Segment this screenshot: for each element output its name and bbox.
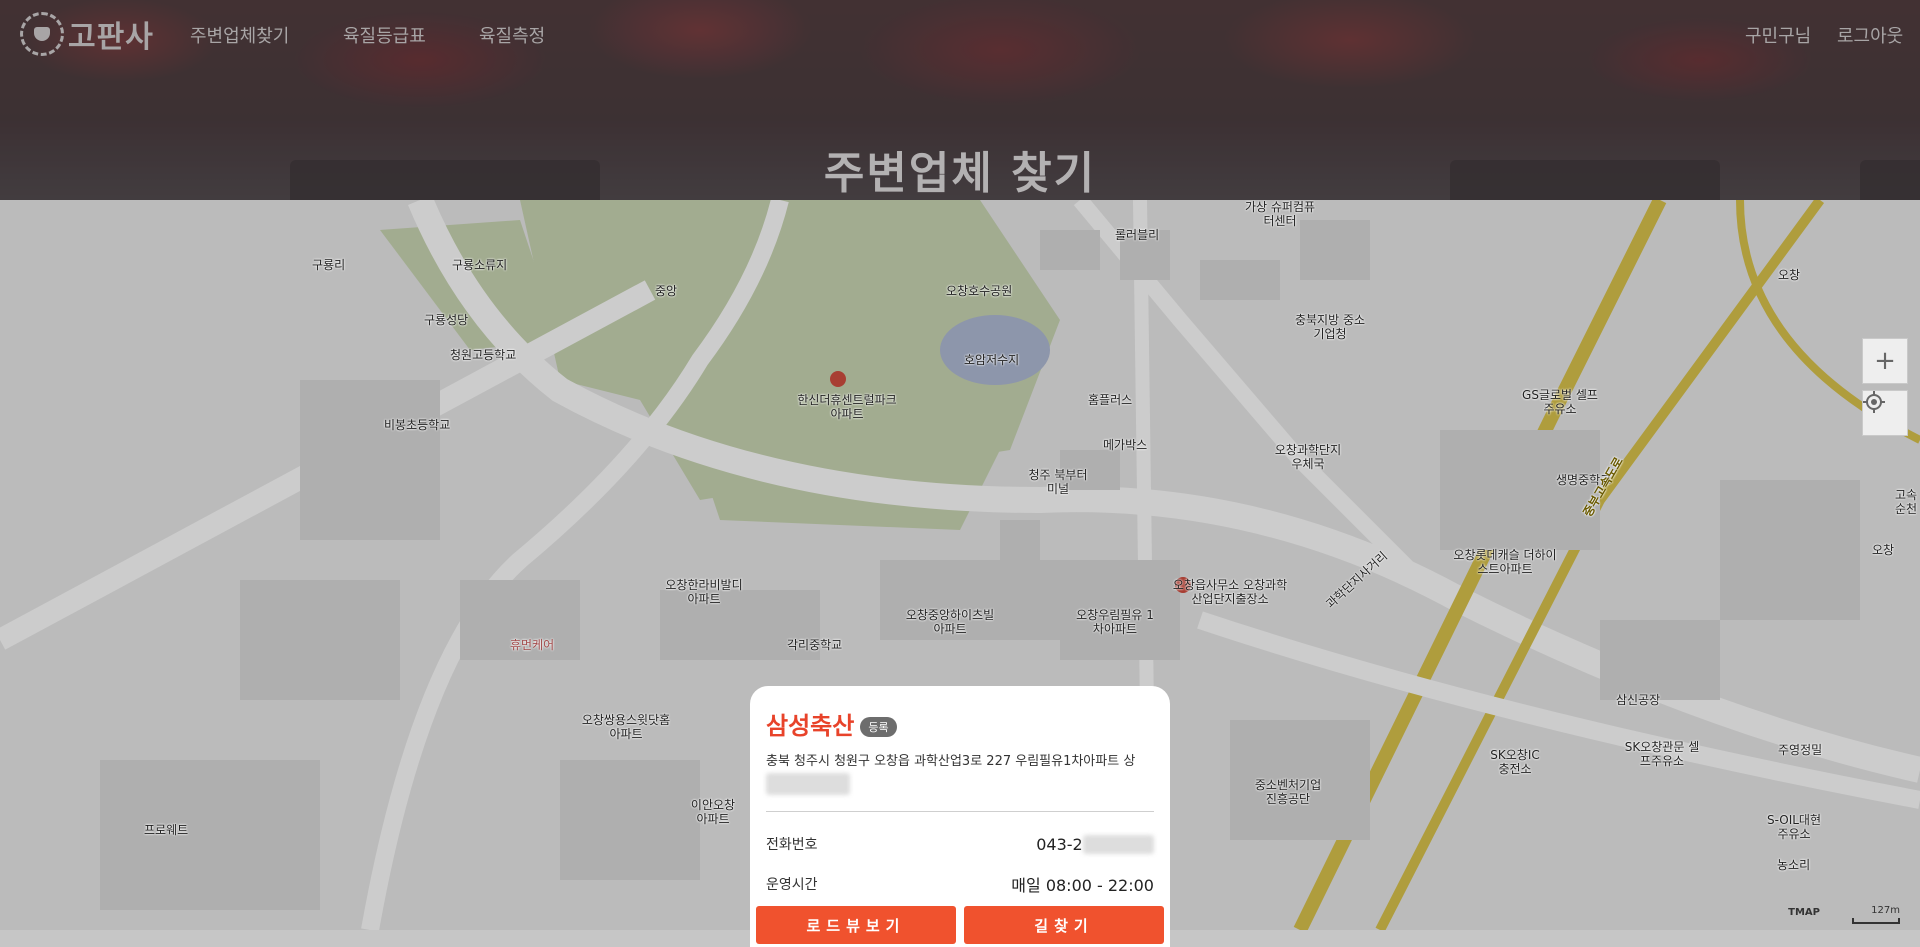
logo-icon: [20, 12, 64, 56]
map-label: 홈플러스: [1088, 393, 1133, 407]
map-label: 가상 슈퍼컴퓨터센터: [1244, 200, 1316, 228]
map-label: 구룡소류지: [452, 258, 508, 272]
map-label: SK오창관문 셀프주유소: [1624, 740, 1700, 768]
place-name: 삼성축산: [766, 712, 855, 740]
roadview-button[interactable]: 로드뷰보기: [756, 906, 956, 944]
map-label: 오창쌍용스윗닷홈 아파트: [581, 713, 671, 741]
nav-measure[interactable]: 육질측정: [479, 22, 545, 48]
place-address-text: 충북 청주시 청원구 오창읍 과학산업3로 227 우림필유1차아파트 상: [766, 754, 1136, 769]
map-label: 오창우림필유 1차아파트: [1076, 608, 1154, 636]
card-actions: 로드뷰보기 길찾기: [756, 906, 1164, 944]
map-label: 휴먼케어: [510, 638, 555, 652]
phone-row: 전화번호 043-20000000: [766, 824, 1154, 864]
hours-value: 매일 08:00 - 22:00: [1011, 876, 1154, 895]
map-label: 삼신공장: [1616, 693, 1661, 707]
map-scale: 127m: [1871, 905, 1900, 916]
map-label: 오창: [1872, 543, 1895, 557]
top-nav: 고판사 주변업체찾기 육질등급표 육질측정 구민구님 로그아웃: [0, 0, 1920, 68]
map-label: 오창읍사무소 오창과학산업단지출장소: [1172, 578, 1288, 606]
map-label: 오창: [1778, 268, 1801, 282]
map-label: 프로웨트: [144, 823, 189, 837]
blurred-address-detail: 가나다라마바사: [766, 773, 850, 795]
logout-link[interactable]: 로그아웃: [1837, 22, 1903, 48]
map-label: 구룡성당: [424, 313, 469, 327]
map-label: 고속 순천: [1894, 488, 1918, 516]
map-label: GS글로벌 셀프주유소: [1522, 388, 1598, 416]
phone-label: 전화번호: [766, 837, 818, 853]
divider: [766, 811, 1154, 812]
map-label: S-OIL대현 주유소: [1766, 813, 1822, 841]
map-label: 오창롯데캐슬 더하이스트아파트: [1453, 548, 1557, 576]
map-label: 농소리: [1777, 858, 1811, 872]
nav-grade-table[interactable]: 육질등급표: [343, 22, 426, 48]
map-label: 호암저수지: [964, 353, 1020, 367]
status-badge: 등록: [860, 716, 897, 737]
map-label: 롤러블리: [1115, 228, 1160, 242]
map-label: 청주 북부터미널: [1028, 468, 1088, 496]
map-label: 오창과학단지 우체국: [1274, 443, 1342, 471]
target-icon[interactable]: [1862, 390, 1908, 436]
map-label: 중앙: [655, 284, 678, 298]
map-label: 각리중학교: [787, 638, 843, 652]
map-label: 주영정밀: [1778, 743, 1823, 757]
map-label: 오창한라비발디 아파트: [665, 578, 743, 606]
directions-button[interactable]: 길찾기: [964, 906, 1164, 944]
map-label: 오창중앙하이츠빌 아파트: [905, 608, 995, 636]
map-label: 메가박스: [1103, 438, 1148, 452]
zoom-in-button[interactable]: +: [1862, 338, 1908, 384]
user-name-link[interactable]: 구민구님: [1745, 22, 1811, 48]
map-brand: TMAP: [1788, 907, 1820, 918]
phone-value[interactable]: 043-20000000: [1036, 834, 1154, 854]
map-label: 이안오창 아파트: [690, 798, 736, 826]
logo[interactable]: 고판사: [20, 12, 154, 56]
logo-text: 고판사: [68, 20, 154, 55]
nav-find-nearby[interactable]: 주변업체찾기: [190, 22, 289, 48]
hours-row: 운영시간 매일 08:00 - 22:00: [766, 864, 1154, 904]
map-label: 충북지방 중소기업청: [1294, 313, 1366, 341]
place-address: 충북 청주시 청원구 오창읍 과학산업3로 227 우림필유1차아파트 상 가나…: [766, 751, 1154, 795]
scale-bar: [1852, 918, 1900, 924]
hours-label: 운영시간: [766, 877, 818, 893]
place-info-card: 삼성축산 등록 충북 청주시 청원구 오창읍 과학산업3로 227 우림필유1차…: [750, 686, 1170, 947]
page-title: 주변업체 찾기: [823, 148, 1097, 199]
map-label: 청원고등학교: [450, 348, 517, 362]
map-label: SK오창IC 충전소: [1490, 748, 1540, 776]
map-label: 비봉초등학교: [384, 418, 451, 432]
map-label: 오창호수공원: [946, 284, 1013, 298]
map-label: 구룡리: [312, 258, 346, 272]
map-label: 한신더휴센트럴파크 아파트: [797, 393, 897, 421]
map-label: 중소벤처기업 진흥공단: [1254, 778, 1322, 806]
